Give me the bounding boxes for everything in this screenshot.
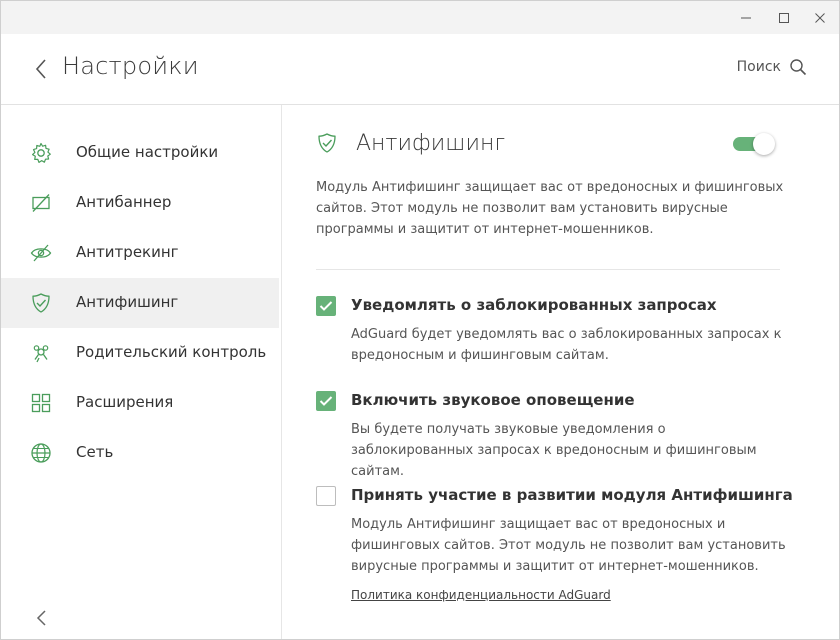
sidebar-item-label: Антибаннер bbox=[76, 193, 172, 211]
maximize-button[interactable] bbox=[765, 1, 803, 34]
sidebar-item-parental-control[interactable]: Родительский контроль bbox=[1, 328, 279, 378]
option-description: Модуль Антифишинг защищает вас от вредон… bbox=[351, 517, 786, 574]
option-title: Принять участие в развитии модуля Антифи… bbox=[351, 486, 793, 504]
shield-check-icon bbox=[32, 293, 50, 313]
search-icon bbox=[790, 59, 807, 76]
minimize-icon bbox=[741, 17, 751, 19]
sound-alert-checkbox[interactable] bbox=[316, 391, 336, 411]
minimize-button[interactable] bbox=[727, 1, 765, 34]
sidebar-item-antiphishing[interactable]: Антифишинг bbox=[1, 278, 279, 328]
option-title: Уведомлять о заблокированных запросах bbox=[351, 296, 717, 314]
section-title: Антифишинг bbox=[356, 131, 506, 156]
page-title: Настройки bbox=[62, 52, 199, 80]
collapse-sidebar-button[interactable] bbox=[34, 609, 50, 627]
sidebar-item-label: Антифишинг bbox=[76, 293, 179, 311]
ad-block-icon bbox=[32, 194, 50, 212]
sidebar-item-label: Антитрекинг bbox=[76, 243, 179, 261]
gear-icon bbox=[32, 142, 51, 163]
maximize-icon bbox=[779, 13, 789, 23]
sidebar-item-extensions[interactable]: Расширения bbox=[1, 378, 279, 428]
sidebar-item-antitracking[interactable]: Антитрекинг bbox=[1, 228, 279, 278]
sidebar-item-network[interactable]: Сеть bbox=[1, 428, 279, 478]
app-window: Настройки Поиск Общие настройки Антибанн… bbox=[0, 0, 840, 640]
sidebar-item-antibanner[interactable]: Антибаннер bbox=[1, 178, 279, 228]
participate-checkbox[interactable] bbox=[316, 486, 336, 506]
option-description: Вы будете получать звуковые уведомления … bbox=[351, 422, 757, 479]
privacy-policy-link[interactable]: Политика конфиденциальности AdGuard bbox=[351, 588, 611, 602]
checkmark-icon bbox=[319, 396, 333, 406]
search-label: Поиск bbox=[736, 59, 781, 75]
search-button[interactable]: Поиск bbox=[737, 58, 807, 76]
chevron-left-icon bbox=[36, 610, 46, 626]
shield-check-icon bbox=[318, 133, 336, 153]
sidebar-item-general[interactable]: Общие настройки bbox=[1, 128, 279, 178]
close-button[interactable] bbox=[801, 1, 839, 34]
title-bar bbox=[1, 1, 839, 34]
antiphishing-toggle[interactable] bbox=[733, 133, 775, 155]
main-content: Антифишинг Модуль Антифишинг защищает ва… bbox=[282, 105, 839, 639]
sidebar-item-label: Расширения bbox=[76, 393, 174, 411]
option-title: Включить звуковое оповещение bbox=[351, 391, 635, 409]
sidebar-item-label: Сеть bbox=[76, 443, 114, 461]
divider bbox=[316, 269, 780, 270]
sidebar-item-label: Общие настройки bbox=[76, 143, 219, 161]
eye-crossed-icon bbox=[30, 244, 52, 262]
sidebar: Общие настройки Антибаннер Антитрекинг А… bbox=[1, 105, 282, 639]
notify-blocked-checkbox[interactable] bbox=[316, 296, 336, 316]
chevron-left-icon bbox=[35, 59, 46, 79]
checkmark-icon bbox=[319, 301, 333, 311]
extensions-grid-icon bbox=[31, 393, 51, 413]
section-description: Модуль Антифишинг защищает вас от вредон… bbox=[316, 180, 784, 237]
back-button[interactable] bbox=[29, 56, 53, 82]
sidebar-item-label: Родительский контроль bbox=[76, 343, 267, 361]
globe-icon bbox=[31, 443, 51, 463]
parental-control-icon bbox=[33, 345, 49, 363]
option-description: AdGuard будет уведомлять вас о заблокиро… bbox=[351, 327, 782, 363]
close-icon bbox=[815, 13, 825, 23]
toggle-knob bbox=[753, 133, 775, 155]
header: Настройки Поиск bbox=[1, 34, 839, 105]
